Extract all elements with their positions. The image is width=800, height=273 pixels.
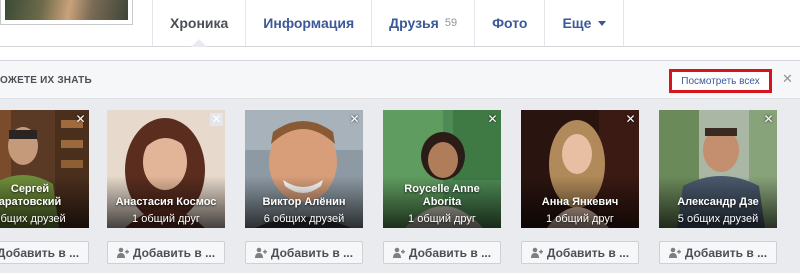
- active-tab-caret: [190, 38, 209, 47]
- panel-header: ОЖЕТЕ ИХ ЗНАТЬ Посмотреть всех ✕: [0, 61, 800, 99]
- close-icon[interactable]: ✕: [74, 113, 87, 126]
- add-friend-button[interactable]: Добавить в ...: [245, 241, 363, 264]
- tab-photos[interactable]: Фото: [474, 0, 544, 46]
- person-photo[interactable]: ✕ Виктор Алёнин 6 общих друзей: [245, 110, 363, 228]
- tab-friends[interactable]: Друзья 59: [371, 0, 474, 46]
- add-friend-icon: [668, 247, 681, 258]
- close-icon[interactable]: ✕: [210, 113, 223, 126]
- suggestion-card: ✕ Виктор Алёнин 6 общих друзей Добавить …: [245, 110, 363, 264]
- see-all-link[interactable]: Посмотреть всех: [669, 69, 772, 93]
- suggestion-card: ✕ Сергей аратовский общих друзей Добавит…: [0, 110, 89, 264]
- panel-title: ОЖЕТЕ ИХ ЗНАТЬ: [0, 75, 92, 86]
- people-you-may-know-panel: ОЖЕТЕ ИХ ЗНАТЬ Посмотреть всех ✕ ✕ Серге…: [0, 60, 800, 273]
- suggestion-card: ✕ Александр Дзе 5 общих друзей Добавить …: [659, 110, 777, 264]
- person-photo[interactable]: ✕ Roycelle Anne Aborita 1 общий друг: [383, 110, 501, 228]
- close-icon[interactable]: ✕: [782, 72, 793, 86]
- profile-header: Хроника Информация Друзья 59 Фото Еще: [0, 0, 800, 47]
- suggestion-card: ✕ Анна Янкевич 1 общий друг Добавить в .…: [521, 110, 639, 264]
- mutual-friends[interactable]: 1 общий друг: [383, 213, 501, 225]
- friends-count: 59: [444, 17, 458, 29]
- add-friend-icon: [254, 247, 267, 258]
- tab-label: Фото: [492, 15, 528, 31]
- tab-label: Хроника: [170, 15, 229, 31]
- add-friend-button[interactable]: Добавить в ...: [107, 241, 225, 264]
- close-icon[interactable]: ✕: [624, 113, 637, 126]
- profile-tabs: Хроника Информация Друзья 59 Фото Еще: [152, 0, 625, 47]
- person-name[interactable]: Roycelle Anne: [383, 183, 501, 196]
- tab-label: Информация: [263, 15, 355, 31]
- mutual-friends[interactable]: 6 общих друзей: [245, 213, 363, 225]
- mutual-friends[interactable]: 1 общий друг: [521, 213, 639, 225]
- person-name-line2[interactable]: Aborita: [383, 196, 501, 209]
- add-friend-label: Добавить в ...: [0, 245, 80, 260]
- mutual-friends[interactable]: общих друзей: [0, 213, 89, 225]
- chevron-down-icon: [598, 20, 607, 26]
- close-icon[interactable]: ✕: [348, 113, 361, 126]
- tab-timeline[interactable]: Хроника: [152, 0, 245, 47]
- tab-about[interactable]: Информация: [245, 0, 371, 46]
- add-friend-label: Добавить в ...: [270, 245, 354, 260]
- tab-label: Еще: [562, 15, 592, 31]
- mutual-friends[interactable]: 5 общих друзей: [659, 213, 777, 225]
- add-friend-label: Добавить в ...: [684, 245, 768, 260]
- suggestion-card: ✕ Анастасия Космос 1 общий друг Добавить…: [107, 110, 225, 264]
- person-name[interactable]: Анна Янкевич: [521, 196, 639, 209]
- person-name[interactable]: Анастасия Космос: [107, 196, 225, 209]
- suggestion-card: ✕ Roycelle Anne Aborita 1 общий друг Доб…: [383, 110, 501, 264]
- person-name[interactable]: Виктор Алёнин: [245, 196, 363, 209]
- person-photo[interactable]: ✕ Александр Дзе 5 общих друзей: [659, 110, 777, 228]
- person-name[interactable]: Александр Дзе: [659, 196, 777, 209]
- person-name[interactable]: Сергей: [0, 183, 89, 196]
- suggestion-cards: ✕ Сергей аратовский общих друзей Добавит…: [0, 110, 800, 270]
- person-photo[interactable]: ✕ Анна Янкевич 1 общий друг: [521, 110, 639, 228]
- add-friend-button[interactable]: Добавить в ...: [521, 241, 639, 264]
- add-friend-label: Добавить в ...: [132, 245, 216, 260]
- close-icon[interactable]: ✕: [486, 113, 499, 126]
- tab-more[interactable]: Еще: [544, 0, 625, 46]
- add-friend-button[interactable]: Добавить в ...: [383, 241, 501, 264]
- person-photo[interactable]: ✕ Анастасия Космос 1 общий друг: [107, 110, 225, 228]
- add-friend-label: Добавить в ...: [546, 245, 630, 260]
- close-icon[interactable]: ✕: [762, 113, 775, 126]
- add-friend-icon: [116, 247, 129, 258]
- add-friend-label: Добавить в ...: [408, 245, 492, 260]
- person-photo[interactable]: ✕ Сергей аратовский общих друзей: [0, 110, 89, 228]
- add-friend-icon: [530, 247, 543, 258]
- add-friend-button[interactable]: Добавить в ...: [0, 241, 89, 264]
- mutual-friends[interactable]: 1 общий друг: [107, 213, 225, 225]
- person-name-line2[interactable]: аратовский: [0, 196, 89, 209]
- tab-label: Друзья: [389, 15, 439, 31]
- profile-photo[interactable]: [0, 0, 133, 25]
- add-friend-button[interactable]: Добавить в ...: [659, 241, 777, 264]
- add-friend-icon: [392, 247, 405, 258]
